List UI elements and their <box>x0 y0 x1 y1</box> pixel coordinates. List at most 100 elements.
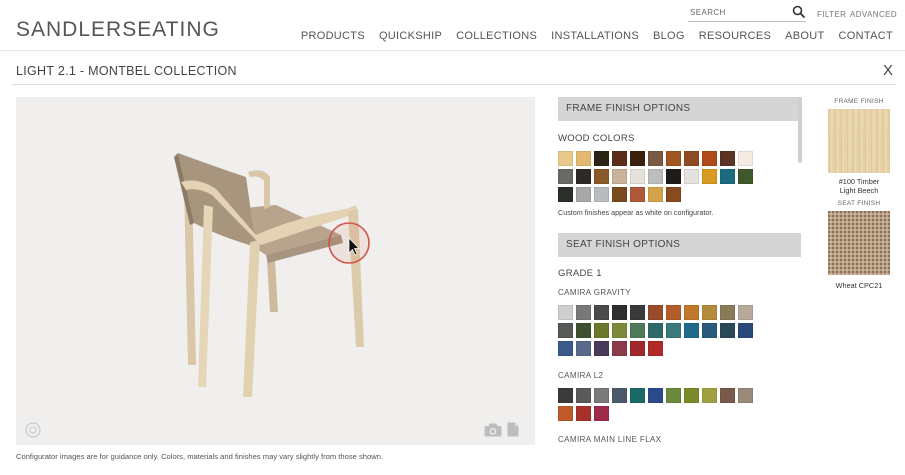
chair-3d-viewer[interactable] <box>16 97 535 445</box>
pdf-document-icon[interactable] <box>507 422 519 437</box>
camira-l2-swatch[interactable] <box>594 406 609 421</box>
header-divider <box>0 50 905 51</box>
wood-color-swatch[interactable] <box>594 169 609 184</box>
viewer-disclaimer: Configurator images are for guidance onl… <box>16 452 384 461</box>
wood-color-swatch[interactable] <box>684 151 699 166</box>
options-scrollbar[interactable] <box>798 97 802 163</box>
camira-gravity-swatch[interactable] <box>684 323 699 338</box>
camira-gravity-swatch[interactable] <box>594 305 609 320</box>
frame-finish-options-header[interactable]: FRAME FINISH OPTIONS <box>558 97 801 121</box>
camira-l2-swatch[interactable] <box>558 388 573 403</box>
brand-logo[interactable]: SANDLERSEATING <box>16 18 220 42</box>
camira-gravity-swatch[interactable] <box>576 341 591 356</box>
camira-gravity-swatch[interactable] <box>702 305 717 320</box>
camira-gravity-swatch[interactable] <box>738 305 753 320</box>
nav-blog[interactable]: BLOG <box>653 30 685 42</box>
camera-icon[interactable] <box>484 423 502 437</box>
camira-l2-swatch[interactable] <box>702 388 717 403</box>
camira-gravity-swatch[interactable] <box>630 323 645 338</box>
camira-gravity-swatch[interactable] <box>666 323 681 338</box>
camira-main-line-flax-label: CAMIRA MAIN LINE FLAX <box>558 435 662 444</box>
wood-color-swatch[interactable] <box>630 169 645 184</box>
camira-gravity-swatch[interactable] <box>630 305 645 320</box>
camira-l2-swatch[interactable] <box>720 388 735 403</box>
title-divider <box>12 84 896 85</box>
nav-resources[interactable]: RESOURCES <box>699 30 771 42</box>
camira-l2-swatch[interactable] <box>612 388 627 403</box>
camira-gravity-swatch[interactable] <box>612 341 627 356</box>
wood-color-swatch[interactable] <box>576 151 591 166</box>
wood-color-swatch[interactable] <box>576 169 591 184</box>
camira-l2-swatch[interactable] <box>558 406 573 421</box>
camira-gravity-swatch[interactable] <box>738 323 753 338</box>
wood-color-swatch[interactable] <box>648 169 663 184</box>
camira-l2-swatches <box>558 388 753 421</box>
camira-l2-swatch[interactable] <box>684 388 699 403</box>
wood-color-swatch[interactable] <box>720 169 735 184</box>
camira-l2-swatch[interactable] <box>576 388 591 403</box>
camira-gravity-swatch[interactable] <box>558 341 573 356</box>
camira-gravity-swatch[interactable] <box>558 305 573 320</box>
camira-gravity-swatch[interactable] <box>594 341 609 356</box>
camira-gravity-swatch[interactable] <box>702 323 717 338</box>
camira-gravity-swatch[interactable] <box>648 305 663 320</box>
wood-color-swatch[interactable] <box>612 151 627 166</box>
wood-color-swatch[interactable] <box>594 187 609 202</box>
main-nav: PRODUCTS QUICKSHIP COLLECTIONS INSTALLAT… <box>287 30 893 42</box>
wood-color-swatch[interactable] <box>738 151 753 166</box>
wood-color-swatch[interactable] <box>576 187 591 202</box>
wood-color-swatch[interactable] <box>666 169 681 184</box>
wood-color-swatch[interactable] <box>702 151 717 166</box>
camira-gravity-swatch[interactable] <box>594 323 609 338</box>
camira-l2-swatch[interactable] <box>738 388 753 403</box>
wood-color-swatch[interactable] <box>684 169 699 184</box>
wood-color-swatch[interactable] <box>558 187 573 202</box>
wood-color-swatch[interactable] <box>558 169 573 184</box>
wood-color-swatch[interactable] <box>648 187 663 202</box>
wood-color-swatch[interactable] <box>666 187 681 202</box>
wood-color-swatch[interactable] <box>666 151 681 166</box>
wood-color-swatch[interactable] <box>630 187 645 202</box>
nav-collections[interactable]: COLLECTIONS <box>456 30 537 42</box>
wood-color-swatch[interactable] <box>738 169 753 184</box>
wood-color-swatch[interactable] <box>558 151 573 166</box>
frame-finish-caption: #100 Timber Light Beech <box>822 177 896 195</box>
nav-products[interactable]: PRODUCTS <box>301 30 365 42</box>
camira-gravity-swatch[interactable] <box>612 305 627 320</box>
camira-l2-swatch[interactable] <box>648 388 663 403</box>
camira-l2-swatch[interactable] <box>594 388 609 403</box>
wood-color-swatch[interactable] <box>612 169 627 184</box>
close-button[interactable]: X <box>883 62 893 79</box>
nav-installations[interactable]: INSTALLATIONS <box>551 30 639 42</box>
advanced-link[interactable]: ADVANCED <box>850 10 897 19</box>
wood-color-swatch[interactable] <box>648 151 663 166</box>
wood-color-swatch[interactable] <box>720 151 735 166</box>
seat-finish-options-header[interactable]: SEAT FINISH OPTIONS <box>558 233 801 257</box>
camira-gravity-swatch[interactable] <box>558 323 573 338</box>
camira-gravity-swatch[interactable] <box>720 323 735 338</box>
wood-color-swatch[interactable] <box>702 169 717 184</box>
camira-gravity-swatch[interactable] <box>648 341 663 356</box>
camira-gravity-swatch[interactable] <box>630 341 645 356</box>
camira-gravity-swatch[interactable] <box>576 305 591 320</box>
search-icon[interactable] <box>792 5 806 19</box>
camira-gravity-swatch[interactable] <box>684 305 699 320</box>
camira-l2-swatch[interactable] <box>666 388 681 403</box>
camira-gravity-swatch[interactable] <box>648 323 663 338</box>
search-input[interactable]: SEARCH <box>688 5 806 22</box>
camira-gravity-swatch[interactable] <box>612 323 627 338</box>
nav-quickship[interactable]: QUICKSHIP <box>379 30 442 42</box>
camira-gravity-swatch[interactable] <box>576 323 591 338</box>
camira-gravity-swatch[interactable] <box>720 305 735 320</box>
nav-contact[interactable]: CONTACT <box>839 30 893 42</box>
wood-color-swatch[interactable] <box>612 187 627 202</box>
camira-gravity-swatch[interactable] <box>666 305 681 320</box>
camira-l2-swatch[interactable] <box>630 388 645 403</box>
rotate-360-icon[interactable] <box>24 421 42 439</box>
nav-about[interactable]: ABOUT <box>785 30 824 42</box>
wood-color-swatch[interactable] <box>594 151 609 166</box>
filter-link[interactable]: FILTER <box>817 10 846 19</box>
camira-l2-swatch[interactable] <box>576 406 591 421</box>
grade-label: GRADE 1 <box>558 268 602 279</box>
wood-color-swatch[interactable] <box>630 151 645 166</box>
